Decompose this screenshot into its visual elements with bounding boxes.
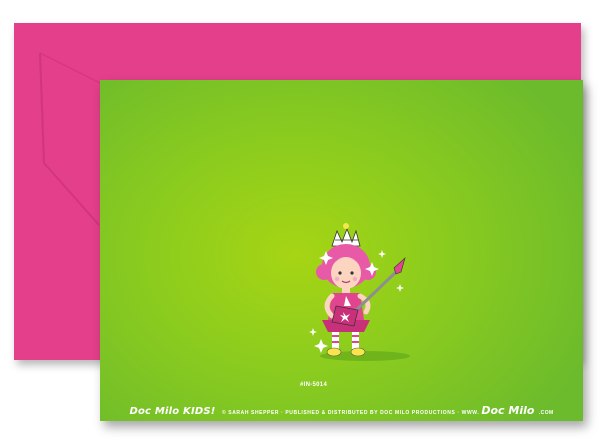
card-footer: Doc Milo KIDS! © SARAH SHEPPER · PUBLISH… — [100, 401, 583, 419]
greeting-card-back: #IN-5014 Doc Milo KIDS! © SARAH SHEPPER … — [100, 80, 583, 421]
site-logo: Doc Milo — [481, 404, 535, 417]
rock-girl-illustration — [309, 223, 410, 361]
product-sku: #IN-5014 — [300, 382, 328, 388]
credit-line: © SARAH SHEPPER · PUBLISHED & DISTRIBUTE… — [221, 410, 480, 416]
brand-logo: Doc Milo KIDS! — [129, 406, 216, 417]
site-suffix: .COM — [538, 410, 554, 416]
